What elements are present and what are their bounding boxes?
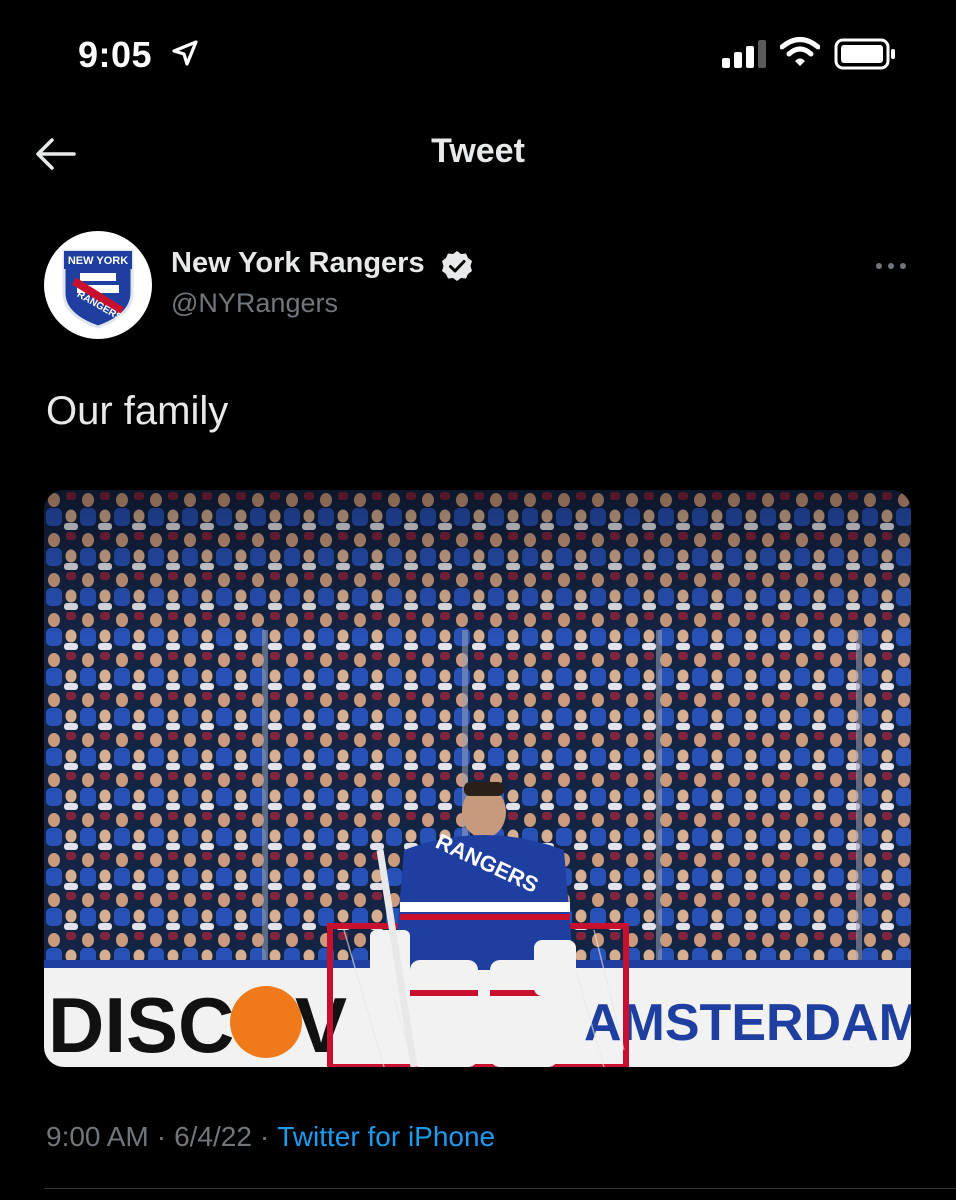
hockey-goalie-photo: DISCOV AMSTERDAM VODK RANGERS <box>44 490 911 1067</box>
tweet-source-link[interactable]: Twitter for iPhone <box>277 1121 495 1152</box>
tweet-photo[interactable]: DISCOV AMSTERDAM VODK RANGERS <box>44 490 911 1067</box>
author-name[interactable]: New York Rangers <box>171 247 425 280</box>
svg-text:AMSTERDAM VODK: AMSTERDAM VODK <box>584 994 911 1052</box>
more-options-icon[interactable] <box>874 260 908 272</box>
status-time: 9:05 <box>78 34 153 75</box>
avatar[interactable]: NEW YORK RANGERS <box>44 231 152 339</box>
author-handle[interactable]: @NYRangers <box>171 288 338 319</box>
svg-text:DISCOV: DISCOV <box>48 981 347 1067</box>
signal-icon <box>722 40 766 68</box>
rangers-logo-icon: NEW YORK RANGERS <box>62 249 134 329</box>
svg-text:NEW YORK: NEW YORK <box>68 255 128 267</box>
meta-separator: · <box>259 1121 270 1152</box>
tweet-meta: 9:00 AM · 6/4/22 · Twitter for iPhone <box>46 1121 495 1153</box>
tweet-time: 9:00 AM <box>46 1121 149 1152</box>
meta-separator: · <box>156 1121 167 1152</box>
battery-icon <box>834 38 895 70</box>
divider <box>44 1188 956 1189</box>
tweet-text: Our family <box>46 389 229 433</box>
wifi-icon <box>780 37 820 66</box>
verified-badge-icon <box>442 251 472 281</box>
page-title: Tweet <box>431 132 525 170</box>
tweet-date: 6/4/22 <box>174 1121 252 1152</box>
location-arrow-icon <box>172 40 198 66</box>
